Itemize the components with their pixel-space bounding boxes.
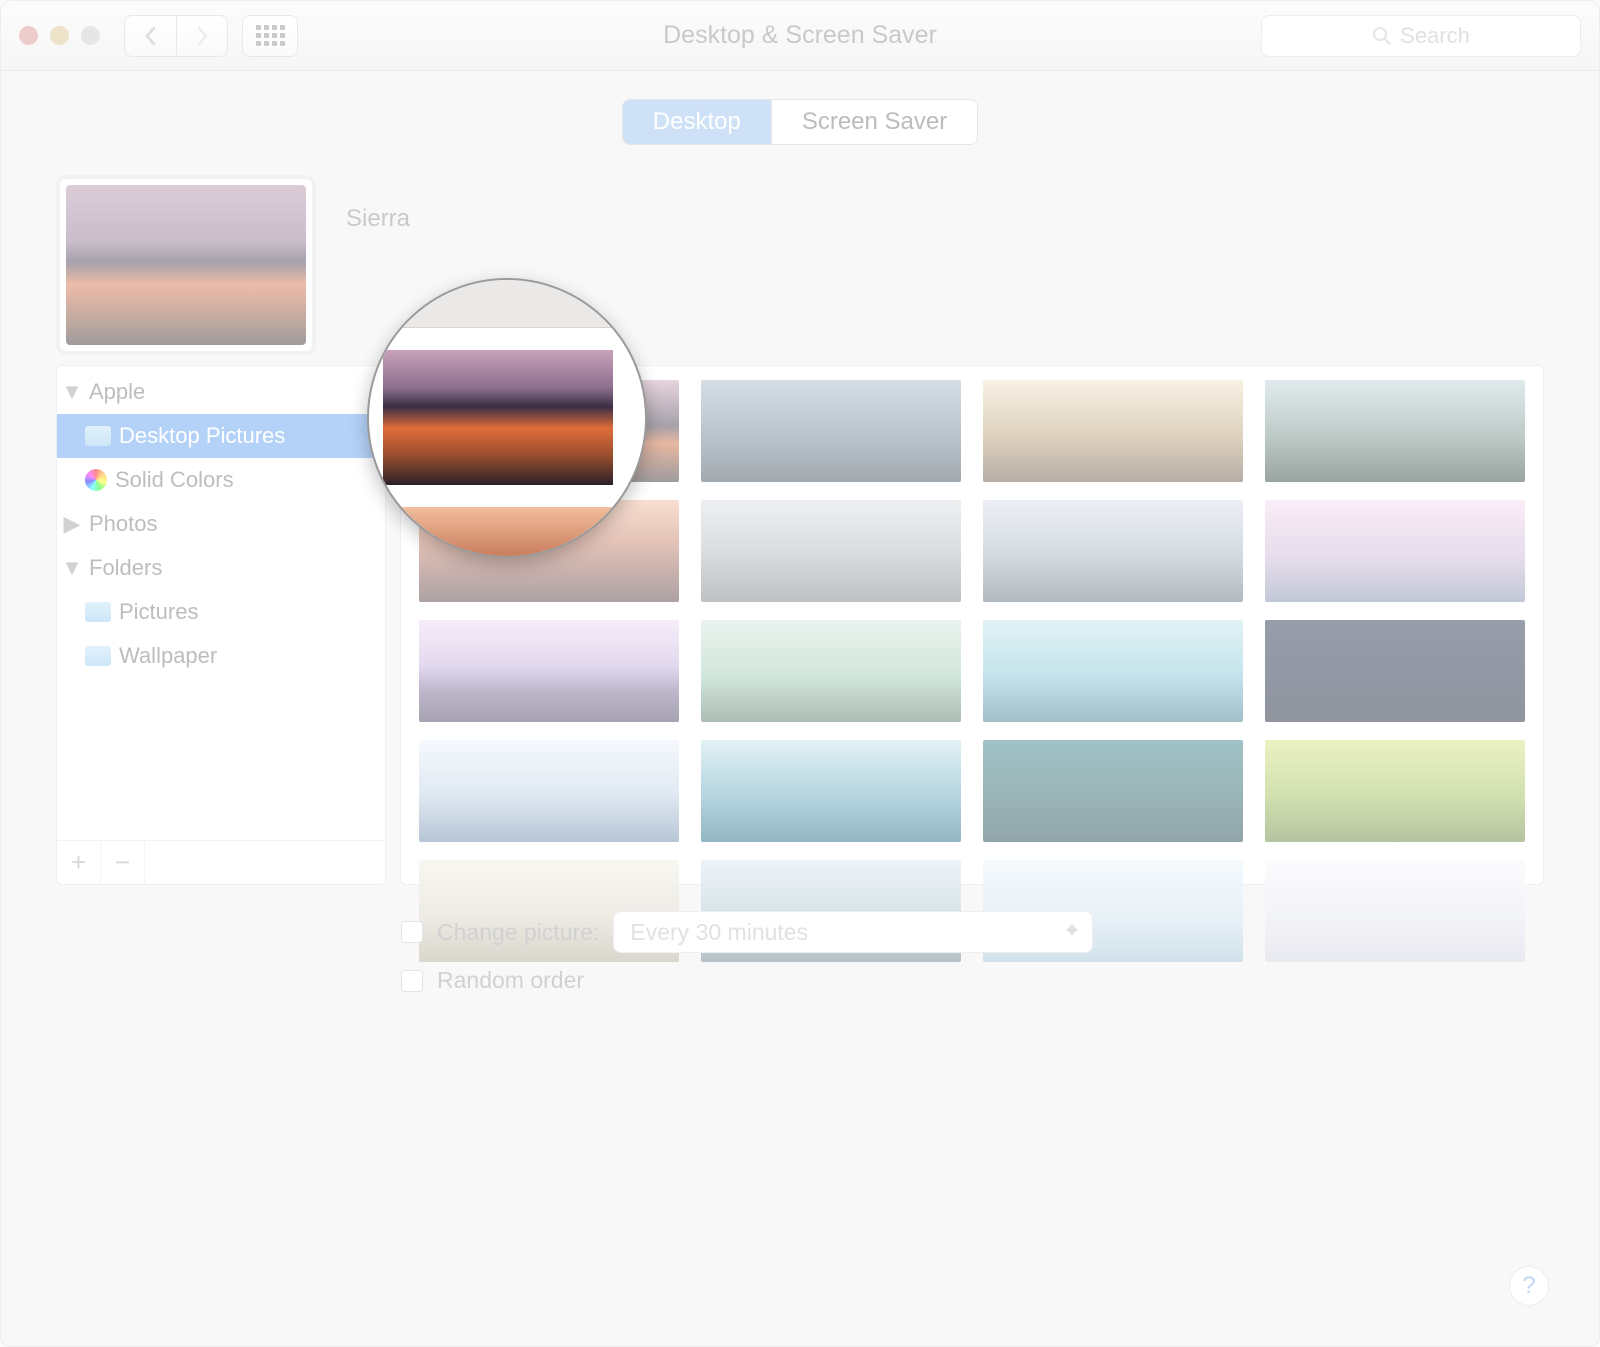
wallpaper-thumbnail[interactable]: [983, 740, 1243, 842]
wallpaper-thumbnail[interactable]: [701, 380, 961, 482]
search-placeholder: Search: [1400, 23, 1470, 49]
options-area: Change picture: Every 30 minutes Random …: [56, 911, 1544, 994]
grid-icon: [256, 25, 285, 46]
current-wallpaper-preview: [56, 175, 316, 355]
wallpaper-thumbnail[interactable]: [701, 620, 961, 722]
wallpaper-thumbnail[interactable]: [1265, 500, 1525, 602]
sidebar-footer: + −: [57, 840, 385, 884]
sidebar-label: Apple: [89, 379, 145, 405]
sidebar-label: Folders: [89, 555, 162, 581]
sidebar-item-solid-colors[interactable]: Solid Colors: [57, 458, 385, 502]
plus-icon: +: [71, 847, 86, 878]
change-interval-value: Every 30 minutes: [630, 919, 808, 946]
wallpaper-thumbnail[interactable]: [419, 620, 679, 722]
sidebar-label: Wallpaper: [119, 643, 217, 669]
search-icon: [1372, 26, 1392, 46]
sidebar-label: Desktop Pictures: [119, 423, 285, 449]
magnifier-next-thumbnail: [383, 507, 613, 557]
folder-icon: [85, 426, 111, 446]
sidebar-group-photos[interactable]: ▶ Photos: [57, 502, 385, 546]
forward-button[interactable]: [176, 15, 228, 57]
folder-icon: [85, 602, 111, 622]
tab-bar: Desktop Screen Saver: [622, 99, 978, 145]
wallpaper-thumbnail[interactable]: [701, 740, 961, 842]
remove-folder-button[interactable]: −: [101, 841, 145, 884]
wallpaper-thumbnail: [66, 185, 306, 345]
sidebar-group-apple[interactable]: ▼ Apple: [57, 370, 385, 414]
wallpaper-thumbnail[interactable]: [983, 380, 1243, 482]
sidebar-item-pictures[interactable]: Pictures: [57, 590, 385, 634]
content-area: Sierra ▼ Apple Desktop Pictures Soli: [1, 145, 1599, 994]
sidebar-item-desktop-pictures[interactable]: Desktop Pictures: [57, 414, 385, 458]
sidebar-list: ▼ Apple Desktop Pictures Solid Colors ▶ …: [57, 366, 385, 840]
back-button[interactable]: [124, 15, 176, 57]
change-picture-label: Change picture:: [437, 919, 599, 946]
current-wallpaper-name: Sierra: [346, 205, 410, 233]
sidebar-group-folders[interactable]: ▼ Folders: [57, 546, 385, 590]
change-picture-checkbox[interactable]: [401, 921, 423, 943]
folder-icon: [85, 646, 111, 666]
chevron-right-icon: [195, 26, 209, 46]
sidebar-item-wallpaper[interactable]: Wallpaper: [57, 634, 385, 678]
sidebar-label: Photos: [89, 511, 158, 537]
random-order-checkbox[interactable]: [401, 970, 423, 992]
search-field[interactable]: Search: [1261, 15, 1581, 57]
wallpaper-thumbnail[interactable]: [701, 500, 961, 602]
random-order-row: Random order: [401, 967, 1544, 994]
magnifier-selected-thumbnail: [383, 350, 613, 485]
nav-buttons: [124, 15, 228, 57]
change-picture-row: Change picture: Every 30 minutes: [401, 911, 1544, 953]
zoom-window-button[interactable]: [81, 26, 100, 45]
titlebar: Desktop & Screen Saver Search: [1, 1, 1599, 71]
add-folder-button[interactable]: +: [57, 841, 101, 884]
sidebar-label: Pictures: [119, 599, 198, 625]
tab-desktop[interactable]: Desktop: [623, 100, 772, 144]
window-controls: [19, 26, 100, 45]
wallpaper-thumbnail[interactable]: [983, 620, 1243, 722]
help-icon: ?: [1522, 1272, 1535, 1300]
minus-icon: −: [115, 847, 130, 878]
close-window-button[interactable]: [19, 26, 38, 45]
change-interval-select[interactable]: Every 30 minutes: [613, 911, 1093, 953]
wallpaper-thumbnail[interactable]: [1265, 380, 1525, 482]
color-wheel-icon: [85, 469, 107, 491]
disclosure-triangle-icon: ▶: [63, 511, 81, 537]
disclosure-triangle-icon: ▼: [63, 555, 81, 581]
help-button[interactable]: ?: [1509, 1266, 1549, 1306]
sidebar-label: Solid Colors: [115, 467, 234, 493]
minimize-window-button[interactable]: [50, 26, 69, 45]
tab-screen-saver[interactable]: Screen Saver: [772, 100, 977, 144]
chevron-left-icon: [144, 26, 158, 46]
preferences-window: Desktop & Screen Saver Search Desktop Sc…: [0, 0, 1600, 1347]
wallpaper-thumbnail[interactable]: [983, 500, 1243, 602]
disclosure-triangle-icon: ▼: [63, 379, 81, 405]
magnifier-grid-header: [369, 280, 645, 328]
wallpaper-thumbnail[interactable]: [419, 740, 679, 842]
source-sidebar: ▼ Apple Desktop Pictures Solid Colors ▶ …: [56, 365, 386, 885]
wallpaper-thumbnail[interactable]: [1265, 620, 1525, 722]
random-order-label: Random order: [437, 967, 584, 994]
magnifier-callout: [367, 278, 647, 558]
preview-row: Sierra: [56, 175, 1544, 355]
show-all-button[interactable]: [242, 15, 298, 57]
wallpaper-thumbnail[interactable]: [1265, 740, 1525, 842]
panel-row: ▼ Apple Desktop Pictures Solid Colors ▶ …: [56, 365, 1544, 885]
